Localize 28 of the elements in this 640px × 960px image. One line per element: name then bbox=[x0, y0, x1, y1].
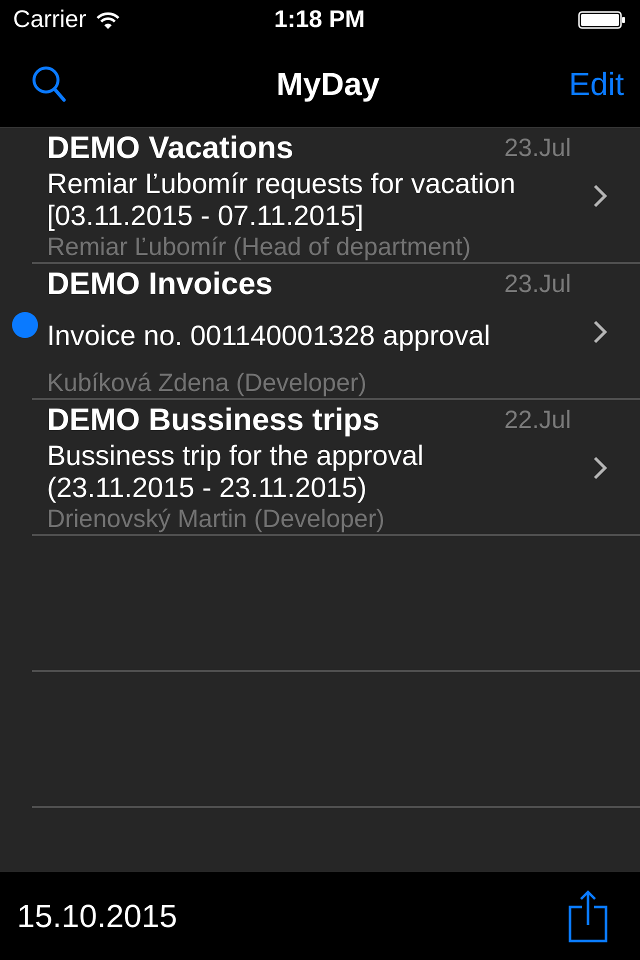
message-row[interactable]: DEMO Invoices 23.Jul Invoice no. 001140001328 approval Kubíková Zdena (Developer) bbox=[0, 264, 640, 400]
screen-title: MyDay bbox=[276, 64, 380, 104]
battery-icon bbox=[578, 11, 626, 29]
category-title: DEMO Vacations bbox=[47, 129, 294, 167]
chevron-icon bbox=[593, 456, 607, 480]
message-row[interactable]: DEMO Vacations 23.Jul Remiar Ľubomír requests for vacation [03.11.2015 - 07.11.2015] Remiar Ľubomír (Head of department) bbox=[0, 128, 640, 264]
subject-text: Remiar Ľubomír requests for vacation [03.11.2015 - 07.11.2015] bbox=[47, 168, 516, 232]
date-label: 23.Jul bbox=[504, 133, 571, 163]
date-text: 15.10.2015 bbox=[17, 897, 178, 936]
subject-text: Bussiness trip for the approval (23.11.2015 - 23.11.2015) bbox=[47, 440, 425, 504]
date-label: 23.Jul bbox=[504, 269, 571, 299]
category-title: DEMO Invoices bbox=[47, 265, 273, 303]
chevron-icon bbox=[593, 184, 607, 208]
time-label: 1:18 PM bbox=[274, 6, 365, 34]
search-icon bbox=[32, 66, 66, 102]
date-label: 22.Jul bbox=[504, 405, 571, 435]
subject-text: Invoice no. 001140001328 approval bbox=[47, 320, 490, 352]
chevron-icon bbox=[593, 320, 607, 344]
author-label: Remiar Ľubomír (Head of department) bbox=[47, 232, 471, 263]
author-label: Kubíková Zdena (Developer) bbox=[47, 368, 367, 399]
carrier-label: Carrier bbox=[13, 6, 86, 34]
wifi-icon bbox=[96, 11, 120, 29]
edit-button[interactable]: Edit bbox=[566, 64, 626, 104]
message-row[interactable]: DEMO Bussiness trips 22.Jul Bussiness trip for the approval (23.11.2015 - 23.11.2015) Drienovský Martin (Developer) bbox=[0, 400, 640, 536]
search-button[interactable] bbox=[30, 64, 68, 104]
author-label: Drienovský Martin (Developer) bbox=[47, 504, 385, 535]
share-icon bbox=[568, 889, 608, 943]
category-title: DEMO Bussiness trips bbox=[47, 401, 380, 439]
